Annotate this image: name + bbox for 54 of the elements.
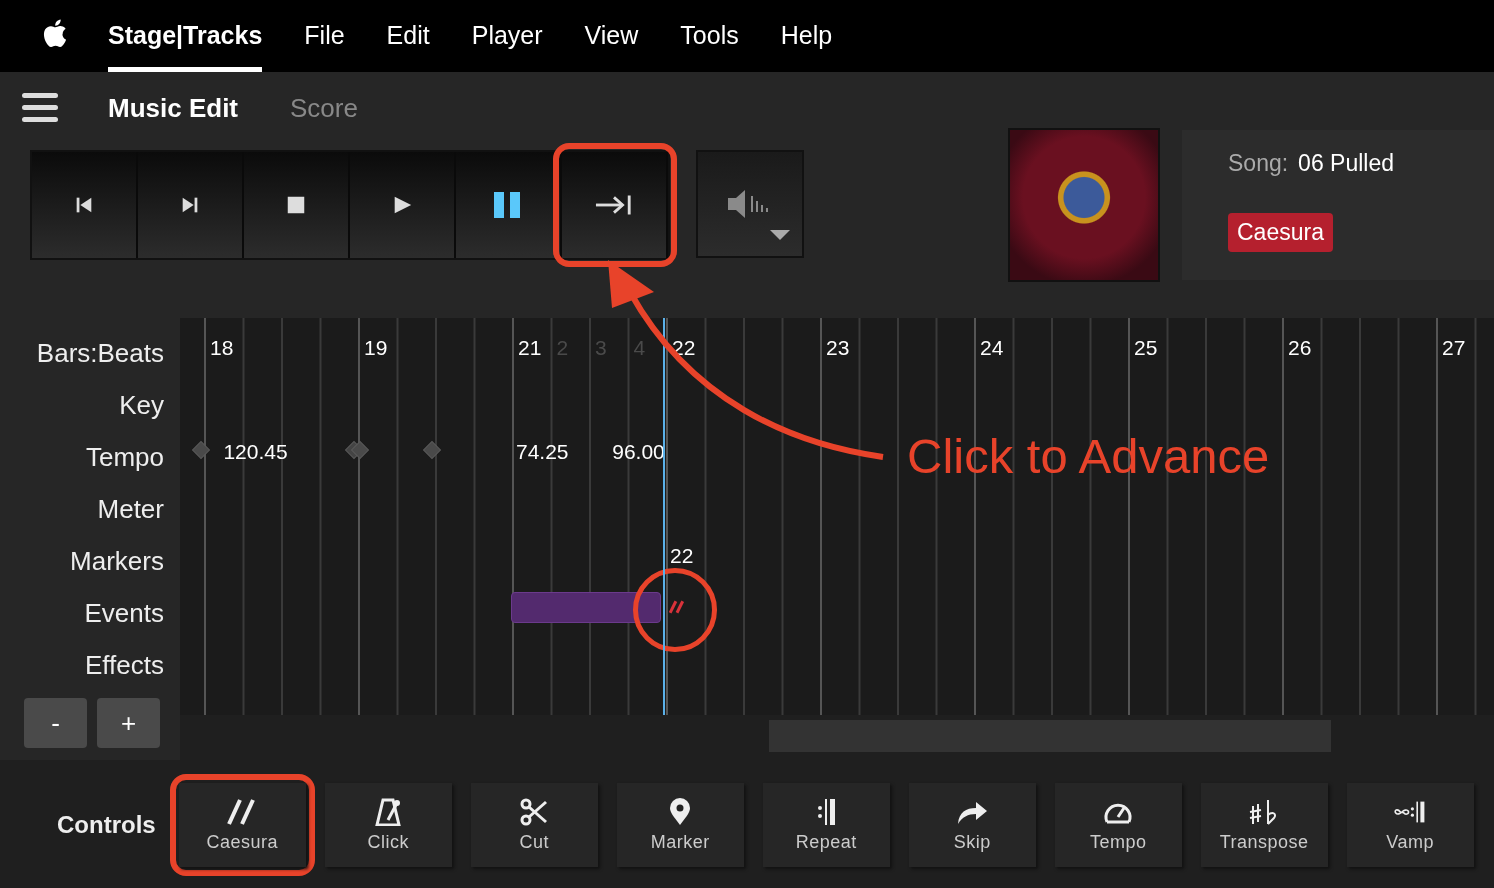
track-label: Effects	[85, 649, 165, 682]
pause-icon	[494, 192, 522, 218]
callout-text: Click to Advance	[907, 428, 1270, 484]
stop-icon	[285, 194, 307, 216]
bar-number: 27	[1442, 336, 1466, 360]
track-label: Markers	[70, 545, 165, 578]
bar-number: 18	[210, 336, 234, 360]
track-label: Tempo	[85, 441, 165, 474]
menu-item[interactable]: Player	[471, 0, 543, 72]
track-label: Meter	[97, 493, 165, 526]
marker-label: 22	[670, 544, 694, 568]
track-label: Events	[84, 597, 165, 630]
arrow-to-bar-icon	[595, 193, 633, 217]
event-region[interactable]	[511, 592, 662, 623]
song-label: Song:	[1228, 150, 1289, 177]
bar-number: 25	[1134, 336, 1158, 360]
menu-item[interactable]: Edit	[386, 0, 430, 72]
tempo-value: 120.45	[223, 440, 288, 464]
menu-item[interactable]: Tools	[680, 0, 739, 72]
track-label: Bars:Beats	[36, 337, 165, 370]
zoom-button[interactable]: +	[97, 698, 160, 748]
bar-number: 19	[364, 336, 388, 360]
tempo-value: 96.00	[612, 440, 665, 464]
marker-control-button[interactable]: Marker	[616, 783, 744, 867]
menu-item[interactable]: File	[304, 0, 345, 72]
tempo-control-button[interactable]: Tempo	[1054, 783, 1182, 867]
click-control-button[interactable]: Click	[324, 783, 452, 867]
cut-control-button[interactable]: Cut	[470, 783, 598, 867]
stop-button[interactable]	[244, 152, 350, 258]
controls-label: Controls	[57, 811, 156, 839]
tempo-value: 74.25	[516, 440, 569, 464]
caesura-control-button[interactable]: Caesura	[178, 783, 306, 867]
pause-button[interactable]	[456, 152, 562, 258]
menu-item[interactable]: Help	[780, 0, 833, 72]
tab[interactable]: Score	[290, 92, 358, 124]
repeat-control-button[interactable]: Repeat	[762, 783, 890, 867]
tab[interactable]: Music Edit	[108, 92, 238, 124]
menu-item[interactable]: View	[584, 0, 639, 72]
bar-number: 23	[826, 336, 850, 360]
caesura-icon[interactable]	[668, 600, 685, 614]
skip-control-button[interactable]: Skip	[908, 783, 1036, 867]
track-label: Key	[119, 389, 165, 422]
bar-number: 26	[1288, 336, 1312, 360]
zoom-button[interactable]: -	[24, 698, 87, 748]
tempo-points-icon[interactable]	[344, 440, 371, 460]
vamp-control-button[interactable]: Vamp	[1346, 783, 1474, 867]
dropdown-caret-icon	[770, 230, 790, 240]
song-title: 06 Pulled	[1298, 150, 1395, 177]
transpose-control-button[interactable]: Transpose	[1200, 783, 1328, 867]
status-badge: Caesura	[1228, 213, 1333, 252]
volume-dropdown[interactable]	[696, 150, 804, 258]
bar-number: 21	[518, 336, 542, 360]
menu-icon[interactable]	[22, 93, 58, 123]
bar-number: 24	[980, 336, 1004, 360]
